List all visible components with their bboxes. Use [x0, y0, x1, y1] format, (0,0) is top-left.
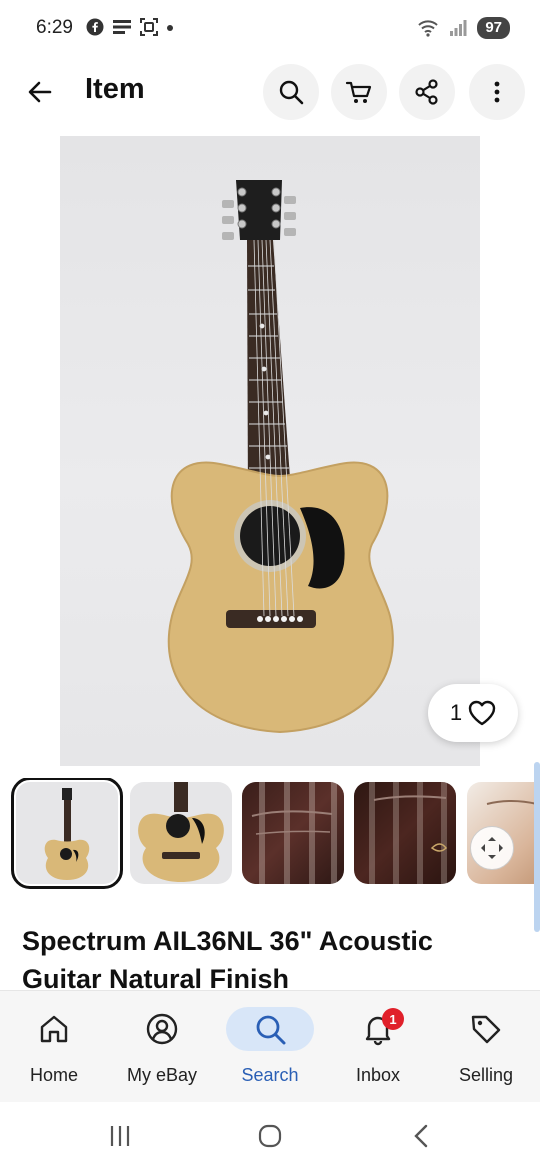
recent-apps-button[interactable] — [100, 1120, 140, 1152]
product-image[interactable] — [60, 136, 480, 766]
dot-icon — [167, 25, 173, 31]
nav-my-ebay[interactable]: My eBay — [108, 991, 216, 1103]
share-icon — [415, 79, 438, 105]
cart-icon — [345, 81, 372, 103]
thumbnail-label-image — [251, 782, 337, 884]
search-icon — [279, 80, 304, 105]
heart-icon — [468, 700, 496, 726]
expand-icon — [481, 837, 503, 859]
thumbnail-2[interactable] — [130, 782, 232, 884]
nav-search[interactable]: Search — [216, 991, 324, 1103]
inbox-badge: 1 — [382, 1008, 404, 1030]
home-icon — [40, 1015, 68, 1043]
thumbnail-4[interactable] — [354, 782, 456, 884]
active-pill — [226, 1007, 314, 1051]
share-button[interactable] — [399, 64, 455, 120]
wifi-icon — [418, 20, 439, 37]
search-button[interactable] — [263, 64, 319, 120]
search-icon — [256, 1015, 286, 1045]
page-title: Item — [85, 73, 145, 105]
cart-button[interactable] — [331, 64, 387, 120]
status-icons-left — [86, 18, 174, 36]
back-system-button[interactable] — [402, 1120, 442, 1152]
thumbnail-guitar-image — [44, 788, 90, 880]
watch-button[interactable]: 1 — [428, 684, 518, 742]
home-circle-icon — [258, 1124, 282, 1148]
status-bar: 6:29 97 — [0, 0, 540, 60]
recent-apps-icon — [110, 1126, 130, 1146]
news-icon — [113, 20, 131, 34]
nav-label: Search — [241, 1065, 299, 1085]
system-navigation — [0, 1102, 540, 1170]
bottom-navigation: Home My eBay Search 1 Inbox Selling — [0, 990, 540, 1103]
nav-label: Inbox — [355, 1065, 401, 1085]
home-system-button[interactable] — [250, 1120, 290, 1152]
arrow-left-icon — [28, 81, 52, 103]
nav-selling[interactable]: Selling — [432, 991, 540, 1103]
thumbnail-1[interactable] — [11, 778, 123, 889]
signal-icon — [450, 20, 467, 36]
status-time: 6:29 — [36, 17, 73, 38]
back-button[interactable] — [18, 70, 62, 114]
guitar-image — [167, 180, 394, 734]
chevron-left-icon — [414, 1124, 428, 1148]
nav-label: My eBay — [126, 1065, 198, 1085]
thumbnail-body-image — [138, 782, 224, 882]
battery-icon: 97 — [477, 17, 510, 39]
watch-count: 1 — [449, 700, 463, 725]
status-icons-right: 97 — [417, 17, 510, 39]
app-bar: Item — [0, 60, 540, 122]
nav-label: Home — [29, 1065, 78, 1085]
thumbnail-3[interactable] — [242, 782, 344, 884]
account-icon — [146, 1013, 178, 1045]
scroll-indicator — [534, 762, 540, 932]
item-title: Spectrum AIL36NL 36" Acoustic Guitar Nat… — [22, 926, 433, 994]
nav-inbox[interactable]: 1 Inbox — [324, 991, 432, 1103]
screenshot-icon — [140, 18, 158, 36]
more-icon — [494, 81, 500, 103]
tag-icon — [471, 1015, 501, 1044]
expand-gallery-button[interactable] — [470, 826, 514, 870]
facebook-icon — [86, 18, 104, 36]
nav-label: Selling — [458, 1065, 514, 1085]
nav-home[interactable]: Home — [0, 991, 108, 1103]
thumbnail-strip — [0, 778, 540, 890]
thumbnail-label-image — [369, 782, 447, 884]
more-button[interactable] — [469, 64, 525, 120]
